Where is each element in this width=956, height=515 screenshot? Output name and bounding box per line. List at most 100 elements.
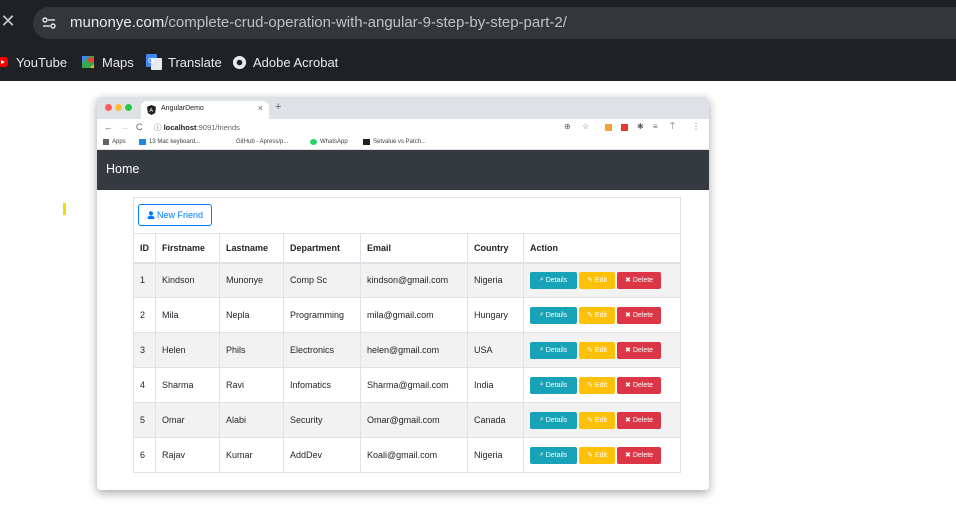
cell-id: 6 [134, 437, 156, 473]
cell-dept: Programming [283, 297, 361, 333]
delete-button[interactable]: ✖ Delete [617, 446, 661, 464]
details-button[interactable]: ⌕ Details [530, 411, 577, 429]
omnibox[interactable]: munonye.com/complete-crud-operation-with… [33, 7, 956, 39]
edit-button[interactable]: ✎ Edit [579, 446, 615, 464]
bookmark-label: Adobe Acrobat [253, 54, 339, 70]
bookmark-setvalue[interactable]: Setvalue vs Patch... [363, 139, 426, 145]
puzzle-icon[interactable]: ✱ [637, 122, 644, 132]
column-header: Action [523, 233, 680, 264]
column-header: Department [283, 233, 361, 264]
details-button[interactable]: ⌕ Details [530, 271, 577, 289]
tab-close-icon[interactable]: × [258, 103, 263, 113]
close-icon: ✖ [624, 452, 631, 460]
cell-actions: ⌕ Details ✎ Edit ✖ Delete [523, 402, 680, 438]
cell-email: Sharma@gmail.com [360, 367, 468, 403]
whatsapp-icon [310, 139, 317, 145]
delete-button[interactable]: ✖ Delete [617, 306, 661, 324]
cell-first: Mila [155, 297, 220, 333]
app-navbar: Home [97, 150, 709, 190]
edit-button[interactable]: ✎ Edit [579, 376, 615, 394]
cell-email: Omar@gmail.com [360, 402, 468, 438]
search-icon: ⌕ [539, 451, 544, 459]
details-button[interactable]: ⌕ Details [530, 341, 577, 359]
cell-country: Canada [467, 402, 524, 438]
details-label: Details [545, 381, 568, 389]
menu-icon[interactable]: ⋮ [692, 122, 700, 132]
url-text[interactable]: munonye.com/complete-crud-operation-with… [70, 14, 567, 31]
cell-id: 3 [134, 332, 156, 368]
extension-icon[interactable] [621, 124, 628, 131]
bookmark-acrobat[interactable]: Adobe Acrobat [232, 53, 338, 71]
new-tab-icon[interactable]: + [275, 101, 281, 113]
edit-button[interactable]: ✎ Edit [579, 411, 615, 429]
delete-button[interactable]: ✖ Delete [617, 411, 661, 429]
edit-icon: ✎ [587, 452, 593, 460]
edit-button[interactable]: ✎ Edit [579, 306, 615, 324]
details-label: Details [545, 416, 568, 424]
zoom-icon[interactable]: ⊕ [564, 122, 571, 132]
cell-last: Ravi [219, 367, 284, 403]
delete-button[interactable]: ✖ Delete [617, 341, 661, 359]
close-icon[interactable]: ✕ [0, 11, 16, 31]
cell-country: India [467, 367, 524, 403]
reading-list-icon[interactable]: ≡ [653, 122, 658, 132]
new-friend-button[interactable]: New Friend [138, 204, 212, 226]
cell-id: 4 [134, 367, 156, 403]
back-icon[interactable]: ← [104, 122, 113, 132]
acrobat-icon [232, 55, 247, 69]
cell-last: Nepla [219, 297, 284, 333]
cell-email: Koali@gmail.com [360, 437, 468, 473]
close-icon: ✖ [624, 312, 631, 319]
url-rest: :9091/friends [196, 123, 240, 132]
bookmark-mac-keyboard[interactable]: 13 Mac keyboard... [139, 139, 200, 145]
search-icon: ⌕ [539, 276, 544, 284]
window-minimize-dot[interactable] [115, 104, 122, 111]
delete-label: Delete [632, 451, 654, 459]
details-button[interactable]: ⌕ Details [530, 446, 577, 464]
bookmark-apps[interactable]: Apps [103, 139, 126, 145]
edit-button[interactable]: ✎ Edit [579, 341, 615, 359]
bookmark-github[interactable]: GitHub - Apress/p... [236, 139, 288, 145]
edit-label: Edit [594, 276, 607, 284]
reload-icon[interactable]: C [136, 122, 143, 132]
edit-button[interactable]: ✎ Edit [579, 271, 615, 289]
details-button[interactable]: ⌕ Details [530, 306, 577, 324]
column-header: Firstname [155, 233, 220, 264]
search-icon: ⌕ [539, 416, 544, 423]
embedded-screenshot: A AngularDemo × + ← → C ⓘ localhost:9091… [80, 88, 718, 506]
column-header: Email [360, 233, 468, 264]
details-button[interactable]: ⌕ Details [530, 376, 577, 394]
table-row: 3 Helen Phils Electronics helen@gmail.com USA… [134, 332, 680, 368]
tab-angulardemo[interactable]: A AngularDemo × [141, 101, 269, 119]
tab-strip: A AngularDemo × + [97, 97, 709, 119]
profile-icon[interactable]: ⍑ [670, 122, 675, 132]
cell-email: kindson@gmail.com [360, 262, 468, 298]
forward-icon[interactable]: → [120, 122, 129, 132]
search-icon: ⌕ [539, 381, 544, 388]
column-header: ID [134, 233, 156, 264]
bookmark-maps[interactable]: Maps [80, 53, 134, 71]
window-close-dot[interactable] [105, 104, 112, 111]
bookmarks-bar: YouTube Maps G Translate Adobe Acrobat [0, 44, 956, 81]
site-icon [139, 139, 146, 145]
delete-button[interactable]: ✖ Delete [617, 376, 661, 394]
edit-label: Edit [594, 451, 607, 459]
window-maximize-dot[interactable] [125, 104, 132, 111]
bookmark-label: Apps [112, 139, 126, 145]
cell-first: Helen [155, 332, 220, 368]
bookmark-whatsapp[interactable]: WhatsApp [310, 139, 348, 145]
bookmark-translate[interactable]: G Translate [146, 53, 222, 71]
delete-label: Delete [632, 311, 654, 319]
extension-icon[interactable] [605, 124, 612, 131]
details-label: Details [545, 276, 568, 284]
star-icon[interactable]: ☆ [582, 122, 589, 132]
user-icon [147, 211, 155, 219]
inner-url[interactable]: ⓘ localhost:9091/friends [154, 122, 240, 133]
bookmark-youtube[interactable]: YouTube [0, 53, 67, 71]
url-host: localhost [163, 123, 197, 132]
navbar-brand[interactable]: Home [106, 162, 139, 176]
cell-country: USA [467, 332, 524, 368]
delete-button[interactable]: ✖ Delete [617, 271, 661, 289]
site-settings-icon[interactable] [41, 15, 57, 31]
search-icon: ⌕ [539, 346, 544, 353]
